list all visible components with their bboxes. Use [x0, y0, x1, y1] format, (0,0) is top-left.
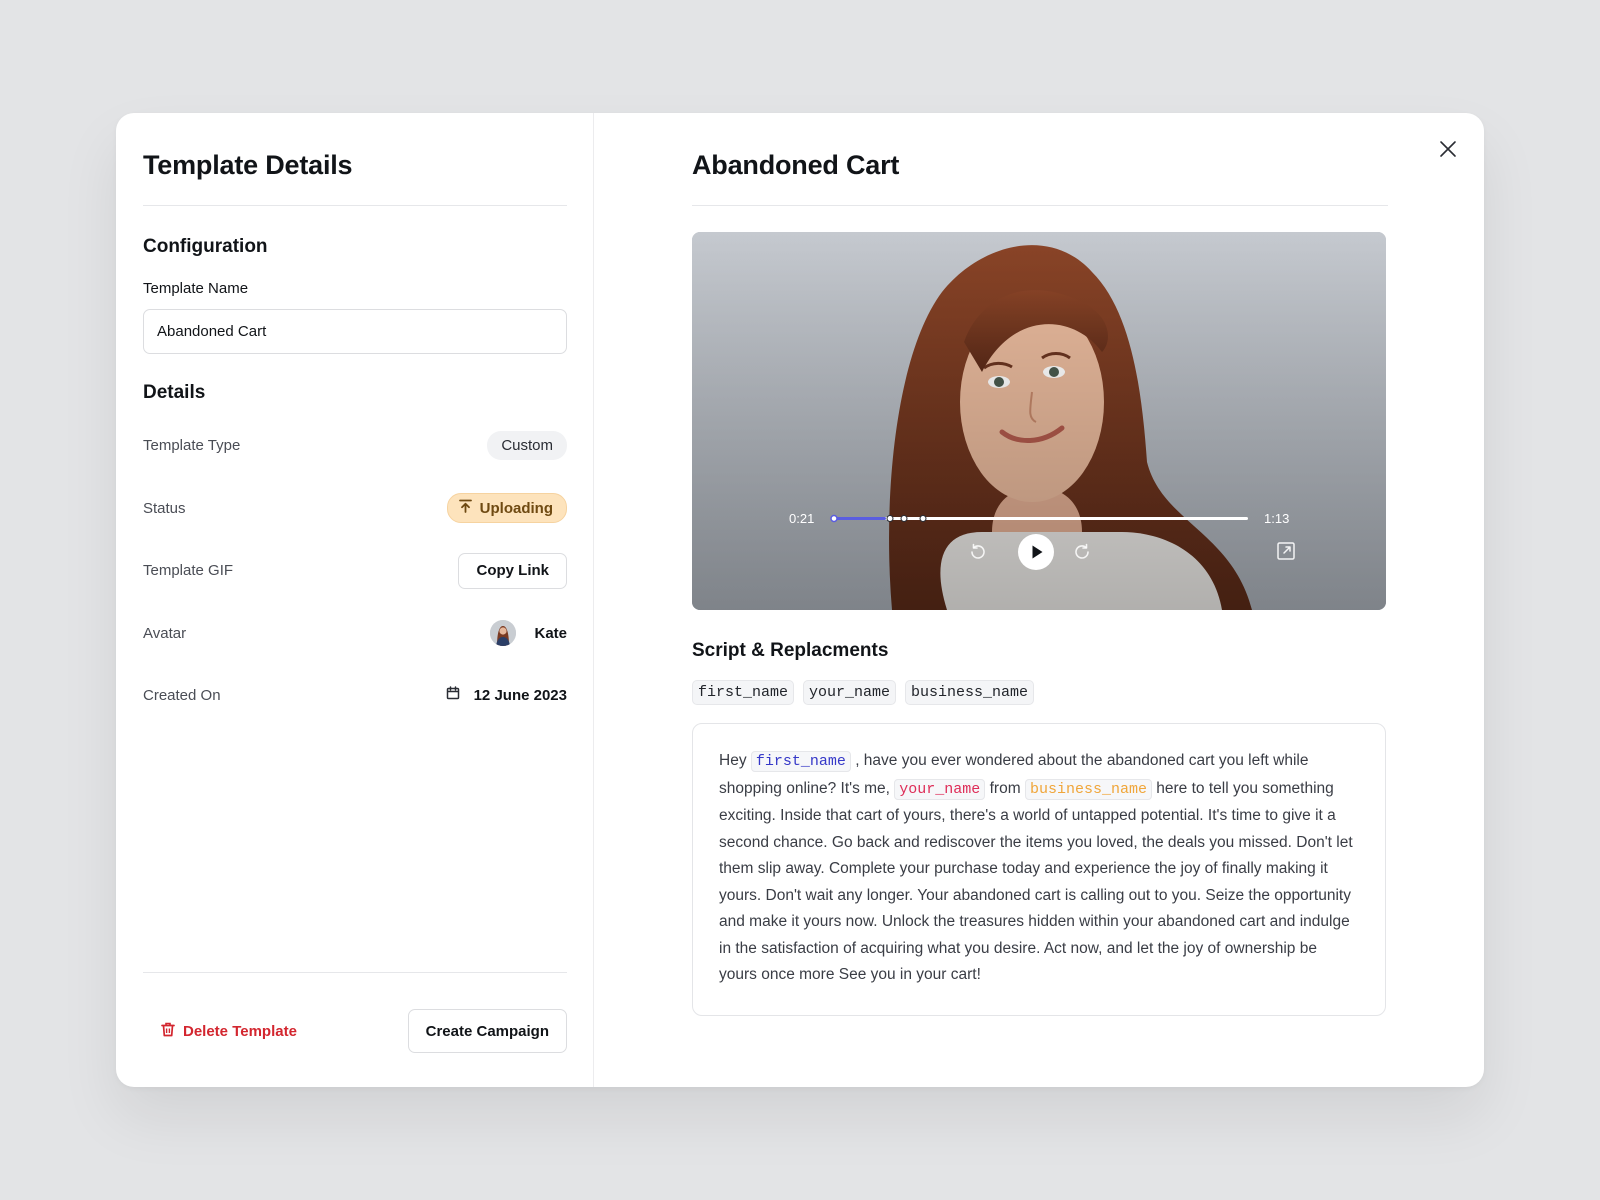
- calendar-icon: [446, 686, 460, 705]
- delete-template-button[interactable]: Delete Template: [143, 1022, 315, 1041]
- avatar-name: Kate: [534, 624, 567, 642]
- trash-icon: [161, 1022, 175, 1041]
- upload-icon: [458, 499, 472, 517]
- avatar-label: Avatar: [143, 624, 187, 642]
- token-your-name[interactable]: your_name: [803, 680, 897, 706]
- template-details-modal: Template Details Configuration Template …: [116, 113, 1484, 1087]
- detail-row-status: Status Uploading: [143, 477, 567, 540]
- template-type-badge: Custom: [487, 431, 567, 461]
- script-token-first-name: first_name: [750, 751, 851, 773]
- video-player[interactable]: 0:21 1:13: [692, 232, 1386, 611]
- script-token-your-name: your_name: [894, 778, 986, 800]
- details-heading: Details: [143, 382, 206, 404]
- token-first-name[interactable]: first_name: [692, 680, 795, 706]
- created-on-date: 12 June 2023: [473, 687, 567, 705]
- details-list: Template Type Custom Status Uploading Te…: [143, 414, 567, 727]
- script-text: from: [985, 779, 1025, 797]
- script-text: Hey: [719, 752, 751, 770]
- avatar: [490, 620, 517, 647]
- created-on-value: 12 June 2023: [446, 686, 567, 705]
- configuration-heading: Configuration: [143, 236, 268, 258]
- status-label: Status: [143, 499, 186, 517]
- detail-row-created-on: Created On 12 June 2023: [143, 664, 567, 727]
- script-text: here to tell you something exciting. Ins…: [719, 779, 1353, 984]
- close-icon[interactable]: [1436, 137, 1460, 161]
- play-icon[interactable]: [1018, 534, 1054, 575]
- created-on-label: Created On: [143, 687, 221, 705]
- template-gif-label: Template GIF: [143, 562, 234, 580]
- template-preview-panel: Abandoned Cart 0:21 1:13 Script & Replac…: [594, 113, 1484, 1087]
- forward-icon[interactable]: [1071, 541, 1093, 568]
- rewind-icon[interactable]: [967, 541, 989, 568]
- copy-link-button[interactable]: Copy Link: [458, 552, 567, 589]
- replacement-tokens: first_name your_name business_name: [692, 680, 1388, 706]
- detail-row-template-type: Template Type Custom: [143, 414, 567, 477]
- duration: 1:13: [1264, 511, 1290, 527]
- avatar-value: Kate: [490, 620, 567, 647]
- script-editor[interactable]: Hey first_name , have you ever wondered …: [692, 723, 1386, 1016]
- template-details-panel: Template Details Configuration Template …: [116, 113, 594, 1087]
- progress-markers: [830, 515, 927, 523]
- detail-row-avatar: Avatar Kate: [143, 602, 567, 665]
- current-time: 0:21: [789, 511, 815, 527]
- script-token-business-name: business_name: [1024, 778, 1152, 800]
- progress-bar[interactable]: [830, 515, 1248, 523]
- footer-actions: Delete Template Create Campaign: [143, 1009, 567, 1053]
- script-heading: Script & Replacments: [692, 640, 889, 662]
- panel-footer: Delete Template Create Campaign: [143, 972, 567, 1053]
- status-badge: Uploading: [446, 493, 567, 524]
- expand-icon[interactable]: [1276, 541, 1296, 566]
- status-text: Uploading: [479, 499, 553, 517]
- panel-title: Template Details: [143, 150, 353, 180]
- preview-title: Abandoned Cart: [692, 150, 900, 180]
- divider: [692, 205, 1388, 207]
- divider: [143, 972, 567, 973]
- delete-template-label: Delete Template: [183, 1022, 297, 1040]
- template-type-label: Template Type: [143, 437, 241, 455]
- template-name-label: Template Name: [143, 280, 249, 298]
- template-name-input[interactable]: [143, 309, 567, 355]
- divider: [143, 205, 567, 207]
- token-business-name[interactable]: business_name: [905, 680, 1035, 706]
- detail-row-template-gif: Template GIF Copy Link: [143, 539, 567, 602]
- create-campaign-button[interactable]: Create Campaign: [407, 1009, 567, 1053]
